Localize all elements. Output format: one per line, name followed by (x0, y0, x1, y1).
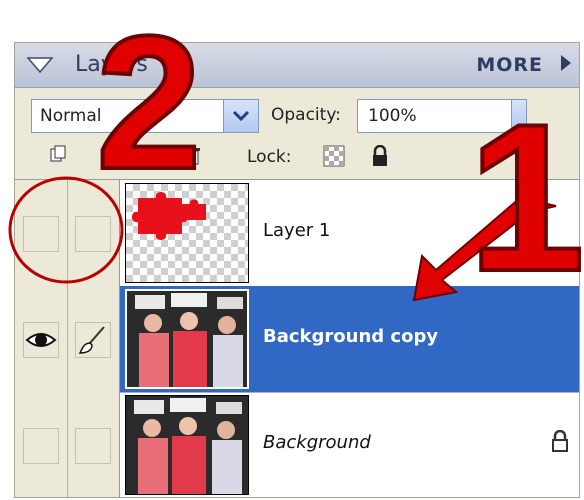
column-divider (67, 180, 68, 286)
layer-row-selected[interactable]: Background copy (15, 286, 579, 393)
layer-row[interactable]: Background (15, 392, 579, 497)
visibility-toggle[interactable] (23, 428, 59, 464)
trash-icon[interactable] (185, 145, 201, 169)
blend-mode-select[interactable]: Normal (31, 99, 259, 133)
layers-panel: Layers MORE Normal Opacity: 100% Lock: L… (14, 42, 580, 498)
triangle-down-icon[interactable] (26, 57, 54, 77)
more-button[interactable]: MORE (476, 54, 543, 76)
visibility-toggle[interactable] (23, 216, 59, 252)
link-toggle[interactable] (75, 322, 111, 358)
layer-name[interactable]: Layer 1 (263, 220, 330, 241)
new-layer-icon[interactable] (49, 145, 67, 167)
opacity-input[interactable]: 100% (357, 99, 527, 133)
column-divider (67, 286, 68, 392)
layer-thumbnail (125, 183, 249, 283)
layer-name[interactable]: Background copy (263, 326, 438, 347)
layer-thumbnail (125, 289, 249, 389)
layer-controls: Normal Opacity: 100% Lock: (15, 87, 579, 179)
panel-titlebar: Layers MORE (15, 43, 579, 88)
layers-list: Layer 1 Background copy Background (15, 179, 579, 497)
layer-thumbnail (125, 395, 249, 495)
link-toggle[interactable] (75, 216, 111, 252)
chevron-down-icon[interactable] (223, 100, 258, 132)
visibility-column (15, 392, 120, 497)
lock-label: Lock: (247, 147, 292, 167)
photo-thumbnail (126, 396, 248, 494)
layer-row[interactable]: Layer 1 (15, 180, 579, 287)
column-divider (67, 392, 68, 497)
opacity-value: 100% (368, 106, 417, 126)
blend-mode-value: Normal (40, 106, 102, 126)
opacity-label: Opacity: (271, 105, 341, 125)
photo-thumbnail (127, 291, 247, 387)
padlock-icon (551, 429, 569, 456)
puzzle-piece-icon (132, 192, 206, 240)
visibility-toggle[interactable] (23, 322, 59, 358)
adjustment-layer-icon[interactable] (115, 145, 141, 169)
visibility-column (15, 180, 120, 286)
opacity-dropdown-arrow[interactable] (511, 100, 526, 132)
lock-transparency-icon[interactable] (323, 145, 345, 171)
padlock-icon[interactable] (371, 144, 389, 171)
link-toggle[interactable] (75, 428, 111, 464)
eye-icon (25, 333, 57, 347)
brush-icon (78, 326, 105, 354)
layer-name[interactable]: Background (263, 432, 371, 453)
panel-title: Layers (75, 52, 148, 77)
visibility-column (15, 286, 120, 392)
triangle-right-icon[interactable] (561, 55, 571, 71)
